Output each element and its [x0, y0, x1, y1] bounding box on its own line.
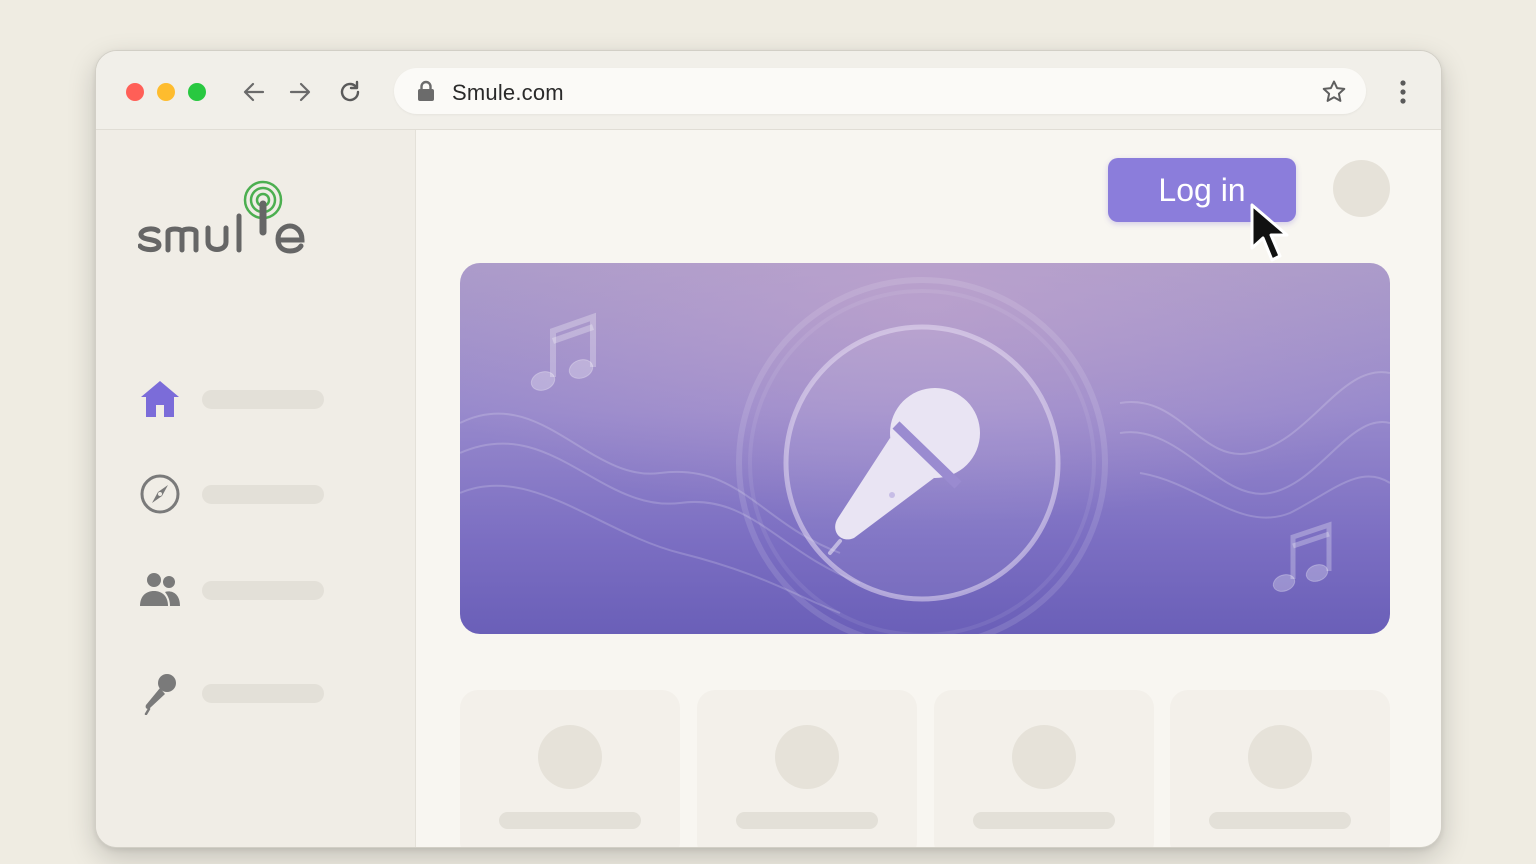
star-icon[interactable] — [1320, 78, 1348, 106]
browser-toolbar: Smule.com — [96, 51, 1441, 130]
smule-logo[interactable] — [138, 180, 308, 256]
browser-window: Smule.com Log in — [95, 50, 1442, 848]
card-thumbnail-placeholder — [538, 725, 602, 789]
sidebar — [96, 130, 416, 847]
card-title-placeholder — [499, 812, 641, 829]
close-window-button[interactable] — [126, 83, 144, 101]
back-icon[interactable] — [240, 78, 268, 106]
address-bar[interactable]: Smule.com — [394, 68, 1366, 114]
sidebar-item-explore[interactable] — [138, 472, 338, 516]
card-thumbnail-placeholder — [1248, 725, 1312, 789]
card-thumbnail-placeholder — [1012, 725, 1076, 789]
sidebar-item-sing[interactable] — [138, 671, 338, 715]
sidebar-item-label-placeholder — [202, 390, 324, 409]
song-card[interactable] — [460, 690, 680, 847]
song-card[interactable] — [697, 690, 917, 847]
mouse-cursor-icon — [1250, 203, 1289, 262]
minimize-window-button[interactable] — [157, 83, 175, 101]
reload-icon[interactable] — [336, 78, 364, 106]
sidebar-item-home[interactable] — [138, 377, 338, 421]
lock-icon — [418, 80, 434, 101]
song-card[interactable] — [1170, 690, 1390, 847]
sidebar-item-people[interactable] — [138, 568, 338, 612]
card-title-placeholder — [973, 812, 1115, 829]
sidebar-item-label-placeholder — [202, 581, 324, 600]
forward-icon[interactable] — [286, 78, 314, 106]
url-text: Smule.com — [452, 80, 564, 105]
card-thumbnail-placeholder — [775, 725, 839, 789]
card-title-placeholder — [736, 812, 878, 829]
more-icon[interactable] — [1391, 78, 1415, 106]
song-card[interactable] — [934, 690, 1154, 847]
sidebar-item-label-placeholder — [202, 684, 324, 703]
hero-banner[interactable] — [460, 263, 1390, 634]
home-icon — [141, 381, 179, 417]
avatar[interactable] — [1333, 160, 1390, 217]
compass-icon — [140, 474, 180, 514]
microphone-icon — [144, 674, 176, 715]
sidebar-item-label-placeholder — [202, 485, 324, 504]
main-content: Log in — [416, 130, 1441, 847]
card-title-placeholder — [1209, 812, 1351, 829]
maximize-window-button[interactable] — [188, 83, 206, 101]
people-icon — [140, 573, 180, 606]
